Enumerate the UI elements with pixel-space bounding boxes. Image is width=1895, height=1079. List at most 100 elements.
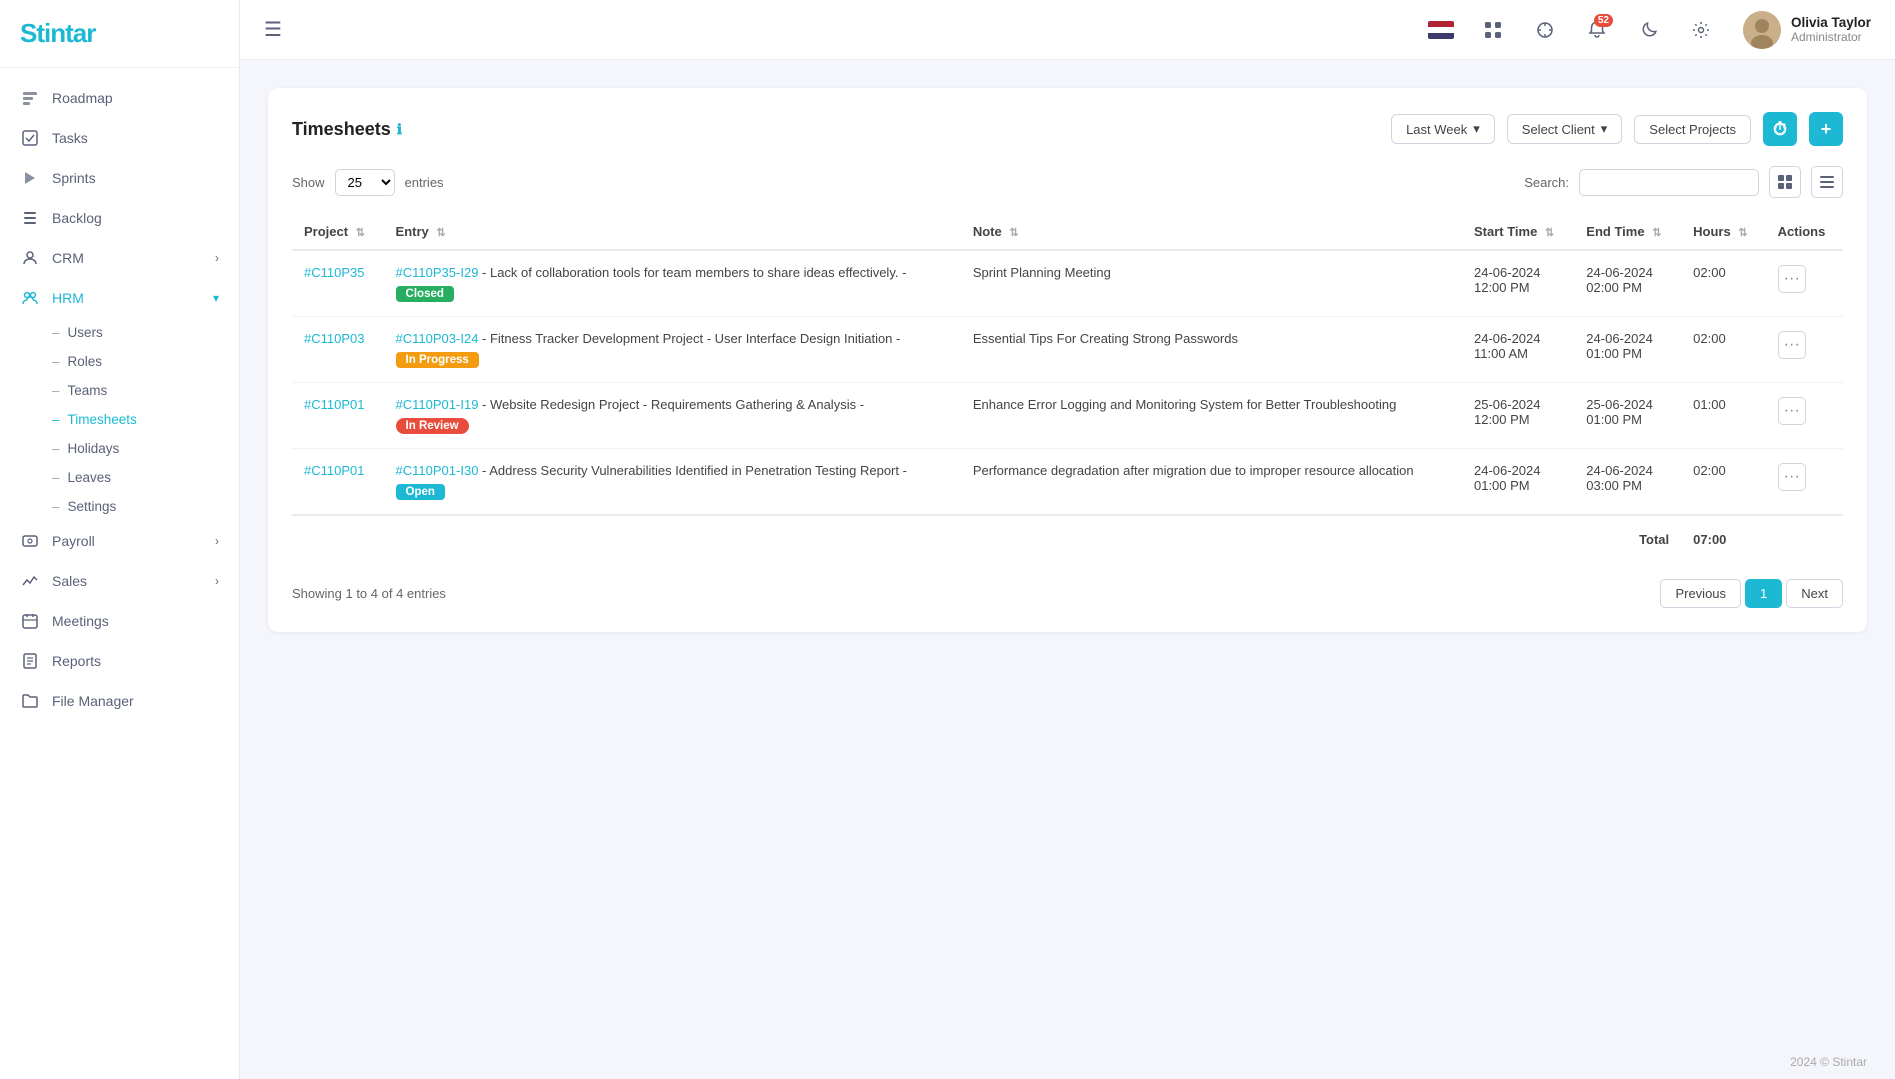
footer-text: 2024 © Stintar: [1790, 1055, 1867, 1069]
sidebar-item-label-hrm: HRM: [52, 290, 84, 306]
table-row: #C110P03#C110P03-I24 - Fitness Tracker D…: [292, 317, 1843, 383]
sidebar-item-holidays[interactable]: Holidays: [52, 434, 239, 463]
sales-icon: [20, 571, 40, 591]
total-hours: 07:00: [1681, 515, 1766, 561]
start-time-2: 25-06-202412:00 PM: [1462, 383, 1574, 449]
action-menu-button-0[interactable]: ···: [1778, 265, 1806, 293]
panel-title: Timesheets ℹ: [292, 119, 402, 140]
sidebar-item-leaves[interactable]: Leaves: [52, 463, 239, 492]
sidebar-item-timesheets[interactable]: Timesheets: [52, 405, 239, 434]
start-time-1: 24-06-202411:00 AM: [1462, 317, 1574, 383]
col-project[interactable]: Project ⇅: [292, 214, 384, 250]
sidebar-item-roles[interactable]: Roles: [52, 347, 239, 376]
sidebar-item-tasks[interactable]: Tasks: [0, 118, 239, 158]
notification-badge: 52: [1594, 14, 1613, 27]
sort-icon: ⇅: [436, 227, 445, 239]
logo-text: Stintar: [20, 18, 95, 48]
entry-link-3[interactable]: #C110P01-I30: [396, 463, 479, 478]
entry-desc-3: - Address Security Vulnerabilities Ident…: [478, 463, 907, 478]
hamburger-menu[interactable]: ☰: [264, 17, 282, 42]
sidebar-item-meetings[interactable]: Meetings: [0, 601, 239, 641]
entry-link-0[interactable]: #C110P35-I29: [396, 265, 479, 280]
col-end-time[interactable]: End Time ⇅: [1574, 214, 1681, 250]
col-start-time[interactable]: Start Time ⇅: [1462, 214, 1574, 250]
main-content: Timesheets ℹ Last Week ▾ Select Client ▾…: [240, 60, 1895, 1045]
dark-mode-toggle[interactable]: [1631, 12, 1667, 48]
project-link-1[interactable]: #C110P03: [304, 331, 364, 346]
sidebar-item-users[interactable]: Users: [52, 318, 239, 347]
sidebar-item-roadmap[interactable]: Roadmap: [0, 78, 239, 118]
sidebar-item-settings[interactable]: Settings: [52, 492, 239, 521]
sidebar-item-backlog[interactable]: Backlog: [0, 198, 239, 238]
project-link-2[interactable]: #C110P01: [304, 397, 364, 412]
sidebar-item-sprints[interactable]: Sprints: [0, 158, 239, 198]
timer-button[interactable]: ⏱: [1763, 112, 1797, 146]
hrm-submenu: UsersRolesTeamsTimesheetsHolidaysLeavesS…: [0, 318, 239, 521]
action-menu-button-2[interactable]: ···: [1778, 397, 1806, 425]
table-row: #C110P01#C110P01-I19 - Website Redesign …: [292, 383, 1843, 449]
sidebar-item-label-roadmap: Roadmap: [52, 90, 113, 106]
backlog-icon: [20, 208, 40, 228]
sidebar-item-hrm[interactable]: HRM▾: [0, 278, 239, 318]
project-link-0[interactable]: #C110P35: [304, 265, 364, 280]
entry-badge-1: In Progress: [396, 352, 479, 368]
search-input[interactable]: [1579, 169, 1759, 196]
entries-select[interactable]: 25 10 50 100: [335, 169, 395, 196]
sidebar-item-teams[interactable]: Teams: [52, 376, 239, 405]
note-0: Sprint Planning Meeting: [961, 250, 1462, 317]
project-label: Select Projects: [1649, 122, 1736, 137]
period-chevron-icon: ▾: [1473, 121, 1480, 137]
list-view-button[interactable]: [1811, 166, 1843, 198]
sort-icon: ⇅: [356, 227, 365, 239]
entries-label: entries: [405, 175, 444, 190]
sidebar-item-reports[interactable]: Reports: [0, 641, 239, 681]
client-chevron-icon: ▾: [1601, 121, 1608, 137]
entry-link-1[interactable]: #C110P03-I24: [396, 331, 479, 346]
payroll-chevron-icon: ›: [215, 534, 219, 548]
previous-button[interactable]: Previous: [1660, 579, 1741, 608]
sort-icon: ⇅: [1545, 227, 1554, 239]
project-filter[interactable]: Select Projects: [1634, 115, 1751, 144]
client-filter[interactable]: Select Client ▾: [1507, 114, 1623, 144]
sidebar-item-sales[interactable]: Sales›: [0, 561, 239, 601]
sidebar-item-label-backlog: Backlog: [52, 210, 102, 226]
apps-icon[interactable]: [1475, 12, 1511, 48]
sprints-icon: [20, 168, 40, 188]
roadmap-icon: [20, 88, 40, 108]
grid-view-button[interactable]: [1769, 166, 1801, 198]
col-entry[interactable]: Entry ⇅: [384, 214, 961, 250]
settings-icon[interactable]: [1683, 12, 1719, 48]
project-link-3[interactable]: #C110P01: [304, 463, 364, 478]
panel-header: Timesheets ℹ Last Week ▾ Select Client ▾…: [292, 112, 1843, 146]
sort-icon: ⇅: [1009, 227, 1018, 239]
end-time-3: 24-06-202403:00 PM: [1574, 449, 1681, 516]
user-profile[interactable]: Olivia Taylor Administrator: [1743, 11, 1871, 49]
crosshair-icon[interactable]: [1527, 12, 1563, 48]
sidebar-item-label-reports: Reports: [52, 653, 101, 669]
sidebar-item-file-manager[interactable]: File Manager: [0, 681, 239, 721]
info-icon[interactable]: ℹ: [397, 121, 402, 138]
action-menu-button-3[interactable]: ···: [1778, 463, 1806, 491]
add-timesheet-button[interactable]: +: [1809, 112, 1843, 146]
file-manager-icon: [20, 691, 40, 711]
col-hours[interactable]: Hours ⇅: [1681, 214, 1766, 250]
page-1-button[interactable]: 1: [1745, 579, 1782, 608]
period-filter[interactable]: Last Week ▾: [1391, 114, 1495, 144]
entry-link-2[interactable]: #C110P01-I19: [396, 397, 479, 412]
hrm-icon: [20, 288, 40, 308]
language-selector[interactable]: [1423, 12, 1459, 48]
action-menu-button-1[interactable]: ···: [1778, 331, 1806, 359]
entry-badge-3: Open: [396, 484, 445, 500]
col-note[interactable]: Note ⇅: [961, 214, 1462, 250]
entry-badge-0: Closed: [396, 286, 454, 302]
end-time-1: 24-06-202401:00 PM: [1574, 317, 1681, 383]
hours-0: 02:00: [1681, 250, 1766, 317]
sidebar-item-payroll[interactable]: Payroll›: [0, 521, 239, 561]
next-button[interactable]: Next: [1786, 579, 1843, 608]
sidebar-item-crm[interactable]: CRM›: [0, 238, 239, 278]
end-time-2: 25-06-202401:00 PM: [1574, 383, 1681, 449]
sidebar: Stintar RoadmapTasksSprintsBacklogCRM›HR…: [0, 0, 240, 1079]
sidebar-item-label-meetings: Meetings: [52, 613, 109, 629]
notifications-icon[interactable]: 52: [1579, 12, 1615, 48]
note-2: Enhance Error Logging and Monitoring Sys…: [961, 383, 1462, 449]
